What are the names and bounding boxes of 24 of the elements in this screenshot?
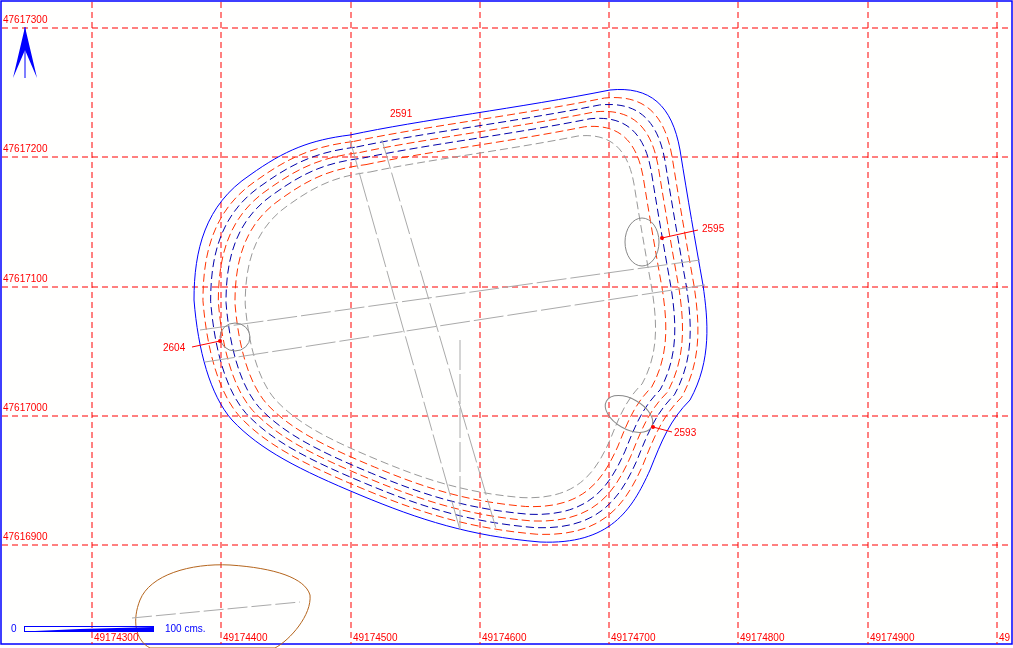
leader-arrow <box>660 229 699 240</box>
leader-arrow <box>651 425 673 433</box>
scale-start-label: 0 <box>11 623 17 634</box>
easting-label: 49 <box>999 632 1011 643</box>
northing-label: 47617000 <box>3 402 48 413</box>
scale-end-label: 100 cms. <box>165 623 206 634</box>
northing-label: 47617200 <box>3 143 48 154</box>
leader-arrow <box>191 339 222 348</box>
easting-label: 49174500 <box>353 632 398 643</box>
easting-label: 49174600 <box>482 632 527 643</box>
easting-label: 49174700 <box>611 632 656 643</box>
feature-number: 2593 <box>674 427 697 438</box>
north-arrow-icon <box>13 26 37 79</box>
feature-number: 2595 <box>702 223 725 234</box>
scale-bar-icon <box>24 626 154 632</box>
northing-label: 47617100 <box>3 273 48 284</box>
easting-label: 49174400 <box>223 632 268 643</box>
northing-label: 47617300 <box>3 14 48 25</box>
easting-label: 49174800 <box>740 632 785 643</box>
easting-label: 49174300 <box>94 632 139 643</box>
feature-number: 2591 <box>390 108 413 119</box>
feature-number: 2604 <box>163 342 186 353</box>
northing-label: 47616900 <box>3 531 48 542</box>
easting-label: 49174900 <box>870 632 915 643</box>
